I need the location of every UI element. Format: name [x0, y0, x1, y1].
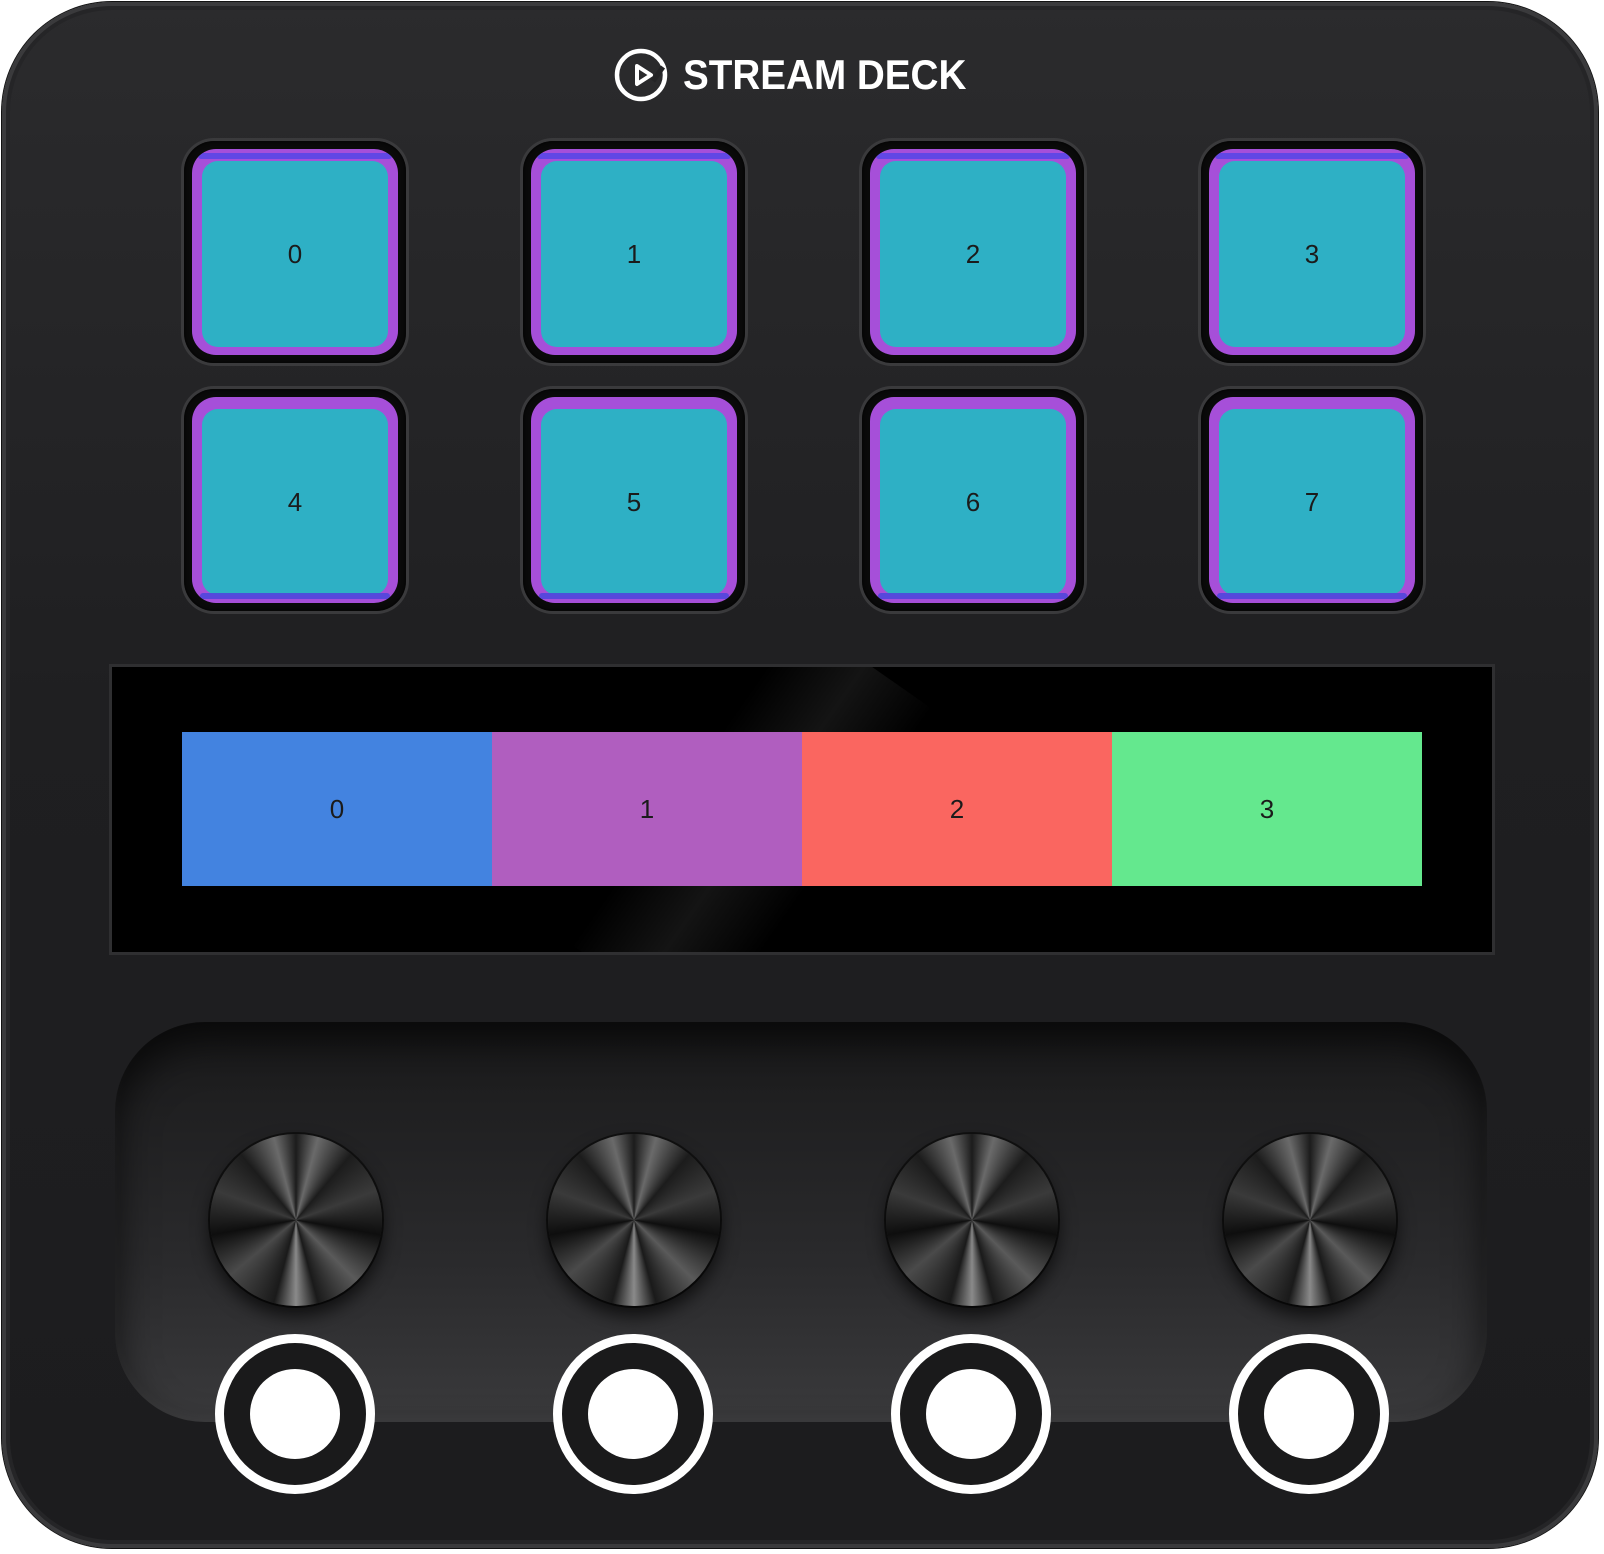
lcd-key-label: 1 — [541, 161, 727, 347]
lcd-key-slot: 3 — [1201, 141, 1423, 363]
key-highlight — [1217, 593, 1407, 599]
lcd-key-7[interactable]: 7 — [1209, 397, 1415, 603]
dial-knob-icon[interactable] — [210, 1134, 382, 1306]
lcd-key-label: 0 — [202, 161, 388, 347]
lcd-key-slot: 2 — [862, 141, 1084, 363]
brand-header: STREAM DECK — [0, 40, 1604, 110]
dial-knob-icon[interactable] — [886, 1134, 1058, 1306]
ring-indicator-icon[interactable] — [215, 1334, 375, 1494]
lcd-key-1[interactable]: 1 — [531, 149, 737, 355]
lcd-key-slot: 4 — [184, 389, 406, 611]
key-highlight — [537, 153, 731, 159]
touch-segment-2[interactable]: 2 — [802, 732, 1112, 886]
lcd-key-slot: 6 — [862, 389, 1084, 611]
lcd-key-4[interactable]: 4 — [192, 397, 398, 603]
key-highlight — [200, 593, 390, 599]
ring-indicator-icon[interactable] — [891, 1334, 1051, 1494]
dial-press-button[interactable] — [588, 1369, 678, 1459]
key-highlight — [876, 153, 1070, 159]
dial-press-button[interactable] — [926, 1369, 1016, 1459]
lcd-key-5[interactable]: 5 — [531, 397, 737, 603]
key-highlight — [878, 593, 1068, 599]
touch-segment-3[interactable]: 3 — [1112, 732, 1422, 886]
lcd-key-slot: 5 — [523, 389, 745, 611]
touch-segment-0[interactable]: 0 — [182, 732, 492, 886]
touch-segment-1[interactable]: 1 — [492, 732, 802, 886]
lcd-key-slot: 0 — [184, 141, 406, 363]
lcd-key-label: 3 — [1219, 161, 1405, 347]
lcd-key-label: 4 — [202, 409, 388, 595]
key-highlight — [1215, 153, 1409, 159]
lcd-key-label: 5 — [541, 409, 727, 595]
dial-knob-icon[interactable] — [1224, 1134, 1396, 1306]
ring-indicator-icon[interactable] — [553, 1334, 713, 1494]
lcd-key-2[interactable]: 2 — [870, 149, 1076, 355]
dial-press-button[interactable] — [1264, 1369, 1354, 1459]
lcd-key-3[interactable]: 3 — [1209, 149, 1415, 355]
dial-press-button[interactable] — [250, 1369, 340, 1459]
lcd-key-slot: 1 — [523, 141, 745, 363]
lcd-key-label: 7 — [1219, 409, 1405, 595]
lcd-key-label: 6 — [880, 409, 1066, 595]
ring-indicator-icon[interactable] — [1229, 1334, 1389, 1494]
lcd-key-6[interactable]: 6 — [870, 397, 1076, 603]
dial-knob-icon[interactable] — [548, 1134, 720, 1306]
brand-name: STREAM DECK — [682, 51, 967, 98]
key-highlight — [198, 153, 392, 159]
lcd-key-label: 2 — [880, 161, 1066, 347]
elgato-logo-icon — [614, 48, 668, 102]
lcd-key-0[interactable]: 0 — [192, 149, 398, 355]
touch-strip[interactable]: 0 1 2 3 — [182, 732, 1422, 886]
key-highlight — [539, 593, 729, 599]
lcd-key-slot: 7 — [1201, 389, 1423, 611]
